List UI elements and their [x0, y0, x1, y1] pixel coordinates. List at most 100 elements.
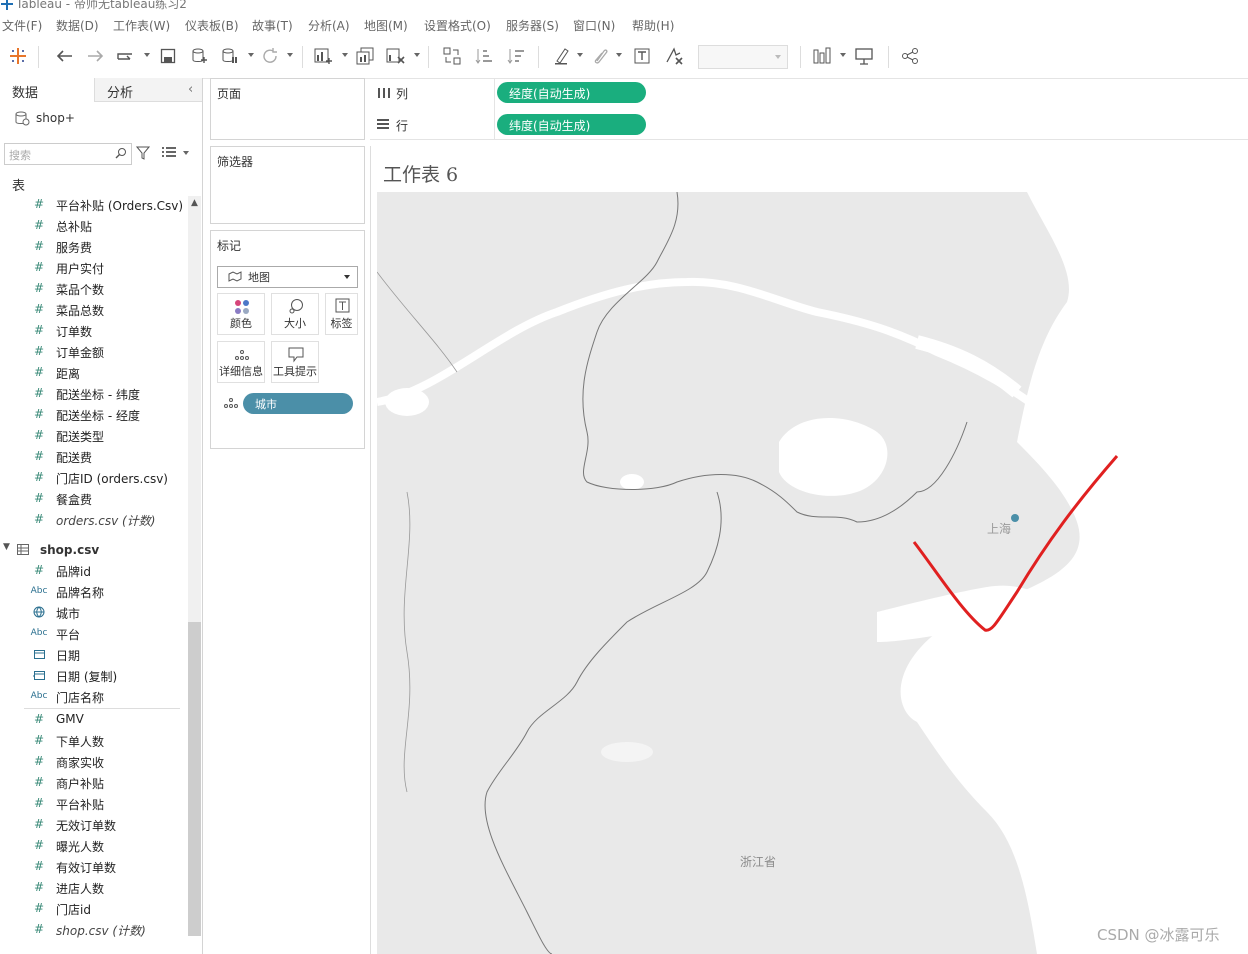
search-input[interactable]: 搜索 [4, 143, 132, 165]
orders-field-row[interactable]: # 配送类型 [0, 426, 186, 447]
shop-measure-row[interactable]: # 平台补贴 [0, 794, 186, 815]
swap-rows-columns-icon[interactable] [440, 44, 464, 68]
color-button[interactable]: 颜色 [217, 293, 265, 335]
show-mark-labels-icon[interactable] [630, 44, 654, 68]
datasource-name[interactable]: shop+ [36, 111, 75, 125]
shop-dimension-row[interactable]: Abc 品牌名称 [0, 582, 186, 603]
orders-field-row[interactable]: # 用户实付 [0, 258, 186, 279]
shop-measure-row[interactable]: # 无效订单数 [0, 815, 186, 836]
refresh-icon[interactable] [258, 44, 282, 68]
field-label: 进店人数 [56, 882, 105, 896]
tableau-home-icon[interactable] [6, 44, 30, 68]
orders-field-row[interactable]: # 订单金额 [0, 342, 186, 363]
show-me-icon[interactable] [812, 44, 836, 68]
pages-card[interactable]: 页面 [210, 78, 365, 140]
shop-measure-row[interactable]: # 曝光人数 [0, 836, 186, 857]
orders-field-row[interactable]: # 服务费 [0, 237, 186, 258]
detail-button[interactable]: 详细信息 [217, 341, 265, 383]
orders-field-row[interactable]: # 订单数 [0, 321, 186, 342]
menu-file[interactable]: 文件(F) [2, 17, 42, 34]
menu-data[interactable]: 数据(D) [56, 17, 99, 34]
label-button[interactable]: 标签 [325, 293, 358, 335]
filter-icon[interactable] [136, 146, 150, 160]
menu-map[interactable]: 地图(M) [364, 17, 408, 34]
orders-field-row[interactable]: # 配送坐标 - 经度 [0, 405, 186, 426]
menu-window[interactable]: 窗口(N) [573, 17, 615, 34]
save-icon[interactable] [156, 44, 180, 68]
scrollbar-thumb[interactable] [188, 622, 201, 936]
orders-field-row[interactable]: # 菜品个数 [0, 279, 186, 300]
menu-worksheet[interactable]: 工作表(W) [113, 17, 170, 34]
field-label: GMV [56, 712, 84, 726]
highlight-icon[interactable] [550, 44, 574, 68]
sort-ascending-icon[interactable] [472, 44, 496, 68]
new-datasource-icon[interactable] [188, 44, 212, 68]
redo-icon[interactable] [84, 44, 108, 68]
orders-field-row[interactable]: # 平台补贴 (Orders.Csv) [0, 195, 186, 216]
orders-field-row[interactable]: # 门店ID (orders.csv) [0, 468, 186, 489]
orders-field-row[interactable]: # 菜品总数 [0, 300, 186, 321]
tab-analysis[interactable]: 分析 [94, 78, 202, 102]
shop-measure-row[interactable]: # 有效订单数 [0, 857, 186, 878]
new-worksheet-icon[interactable] [312, 44, 336, 68]
menu-story[interactable]: 故事(T) [252, 17, 293, 34]
shop-dimension-row[interactable]: 日期 [0, 645, 186, 666]
scrollbar-track[interactable]: ▲ [188, 196, 201, 936]
view-options-icon[interactable] [162, 146, 176, 158]
orders-field-row[interactable]: # 距离 [0, 363, 186, 384]
presentation-mode-icon[interactable] [852, 44, 876, 68]
latitude-pill[interactable]: 纬度(自动生成) [497, 114, 646, 135]
filters-card[interactable]: 筛选器 [210, 146, 365, 224]
table-shop[interactable]: ▼ shop.csv [0, 540, 186, 560]
collapse-table-icon[interactable]: ▼ [3, 542, 10, 552]
tooltip-button[interactable]: 工具提示 [271, 341, 319, 383]
shop-measure-measure-icon: # [33, 901, 45, 915]
shop-dimension-row[interactable]: 城市 [0, 603, 186, 624]
menu-server[interactable]: 服务器(S) [506, 17, 559, 34]
shop-measure-row[interactable]: # 进店人数 [0, 878, 186, 899]
shop-measure-row[interactable]: # 商户补贴 [0, 773, 186, 794]
orders-field-row[interactable]: # 配送坐标 - 纬度 [0, 384, 186, 405]
scroll-up-icon[interactable]: ▲ [191, 198, 198, 208]
undo-icon[interactable] [52, 44, 76, 68]
dim-measure-divider [24, 708, 180, 709]
orders-field-row[interactable]: # 餐盒费 [0, 489, 186, 510]
orders-field-row[interactable]: # 总补贴 [0, 216, 186, 237]
fix-axes-icon[interactable] [662, 44, 686, 68]
shop-measure-row[interactable]: # 商家实收 [0, 752, 186, 773]
shop-measure-row[interactable]: # 门店id [0, 899, 186, 920]
longitude-pill[interactable]: 经度(自动生成) [497, 82, 646, 103]
shop-dimension-row[interactable]: # 品牌id [0, 561, 186, 582]
shop-dimension-date-icon [30, 668, 48, 684]
city-mark-shanghai[interactable] [1011, 514, 1019, 522]
detail-city-pill[interactable]: 城市 [243, 393, 353, 414]
menu-help[interactable]: 帮助(H) [632, 17, 674, 34]
fit-dropdown[interactable] [698, 45, 788, 69]
shop-measure-measure-icon: # [33, 712, 45, 726]
mark-type-dropdown[interactable]: 地图 [217, 266, 358, 288]
shop-dimension-row[interactable]: Abc 平台 [0, 624, 186, 645]
share-icon[interactable] [898, 44, 922, 68]
shop-dimension-date-icon [30, 647, 48, 663]
shop-measure-row[interactable]: # 下单人数 [0, 731, 186, 752]
orders-field-row[interactable]: # 配送费 [0, 447, 186, 468]
size-button[interactable]: 大小 [271, 293, 319, 335]
shop-measure-row[interactable]: # shop.csv (计数) [0, 920, 186, 941]
shop-dimension-string-icon: Abc [30, 586, 48, 596]
shop-dimension-row[interactable]: 日期 (复制) [0, 666, 186, 687]
menu-format[interactable]: 设置格式(O) [424, 17, 491, 34]
tab-data[interactable]: 数据 [0, 78, 94, 102]
shop-dimension-row[interactable]: Abc 门店名称 [0, 687, 186, 708]
collapse-pane-icon[interactable]: ‹ [188, 82, 193, 97]
replay-icon[interactable] [114, 44, 138, 68]
menu-analysis[interactable]: 分析(A) [308, 17, 350, 34]
clear-sheet-icon[interactable] [384, 44, 408, 68]
orders-field-row[interactable]: # orders.csv (计数) [0, 510, 186, 531]
shop-measure-row[interactable]: # GMV [0, 710, 186, 731]
menu-dashboard[interactable]: 仪表板(B) [185, 17, 239, 34]
map-canvas[interactable]: 上海 浙江省 [377, 192, 1248, 954]
duplicate-sheet-icon[interactable] [354, 44, 378, 68]
sort-descending-icon[interactable] [504, 44, 528, 68]
group-members-icon[interactable] [588, 44, 612, 68]
pause-datasource-icon[interactable] [218, 44, 242, 68]
